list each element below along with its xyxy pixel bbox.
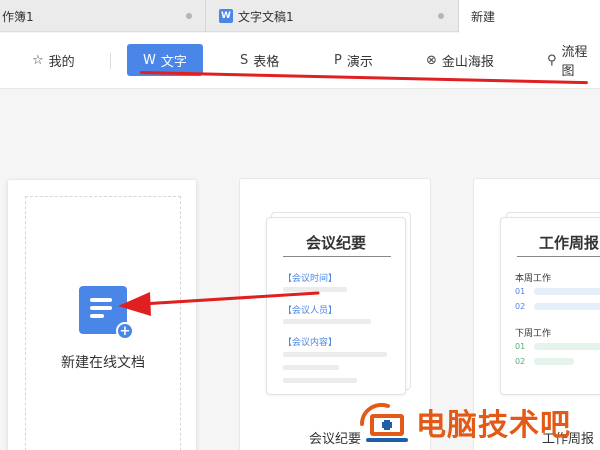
- watermark-text: 电脑技术吧: [416, 408, 571, 443]
- watermark: 电脑技术吧: [356, 398, 600, 450]
- watermark-logo-icon: [360, 403, 408, 442]
- annotation-arrow: [118, 291, 320, 316]
